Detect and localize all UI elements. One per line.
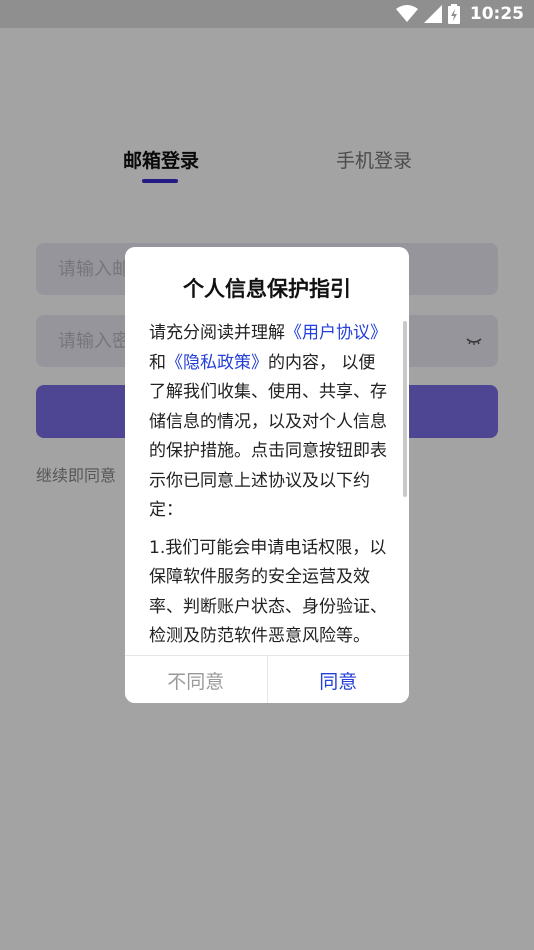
privacy-policy-link[interactable]: 《隐私政策》	[166, 353, 268, 373]
wifi-icon	[395, 5, 418, 22]
dialog-footer: 不同意 同意	[125, 655, 409, 703]
agree-button[interactable]: 同意	[267, 656, 409, 703]
dialog-body[interactable]: 请充分阅读并理解《用户协议》和《隐私政策》的内容， 以便了解我们收集、使用、共享…	[125, 319, 409, 655]
dialog-paragraph-1: 请充分阅读并理解《用户协议》和《隐私政策》的内容， 以便了解我们收集、使用、共享…	[149, 319, 389, 526]
dialog-title: 个人信息保护指引	[183, 277, 351, 301]
battery-icon	[447, 4, 460, 24]
signal-icon	[423, 5, 442, 23]
dialog-paragraph-2: 1.我们可能会申请电话权限，以保障软件服务的安全运营及效率、判断账户状态、身份验…	[149, 537, 387, 647]
dialog-scrollbar[interactable]	[403, 321, 407, 497]
privacy-dialog: 个人信息保护指引 请充分阅读并理解《用户协议》和《隐私政策》的内容， 以便了解我…	[125, 247, 409, 703]
status-icons: 10:25	[395, 3, 524, 25]
user-agreement-link[interactable]: 《用户协议》	[285, 323, 387, 343]
p1-part1: 请充分阅读并理解	[149, 323, 285, 343]
p1-part2: 的内容， 以便了解我们收集、使用、共享、存储信息的情况，以及对个人信息的保护措施…	[149, 352, 387, 521]
dialog-text: 请充分阅读并理解《用户协议》和《隐私政策》的内容， 以便了解我们收集、使用、共享…	[125, 319, 409, 652]
status-time: 10:25	[469, 4, 524, 24]
disagree-button[interactable]: 不同意	[125, 656, 268, 703]
status-bar: 10:25	[0, 0, 534, 28]
p1-and: 和	[149, 352, 166, 373]
